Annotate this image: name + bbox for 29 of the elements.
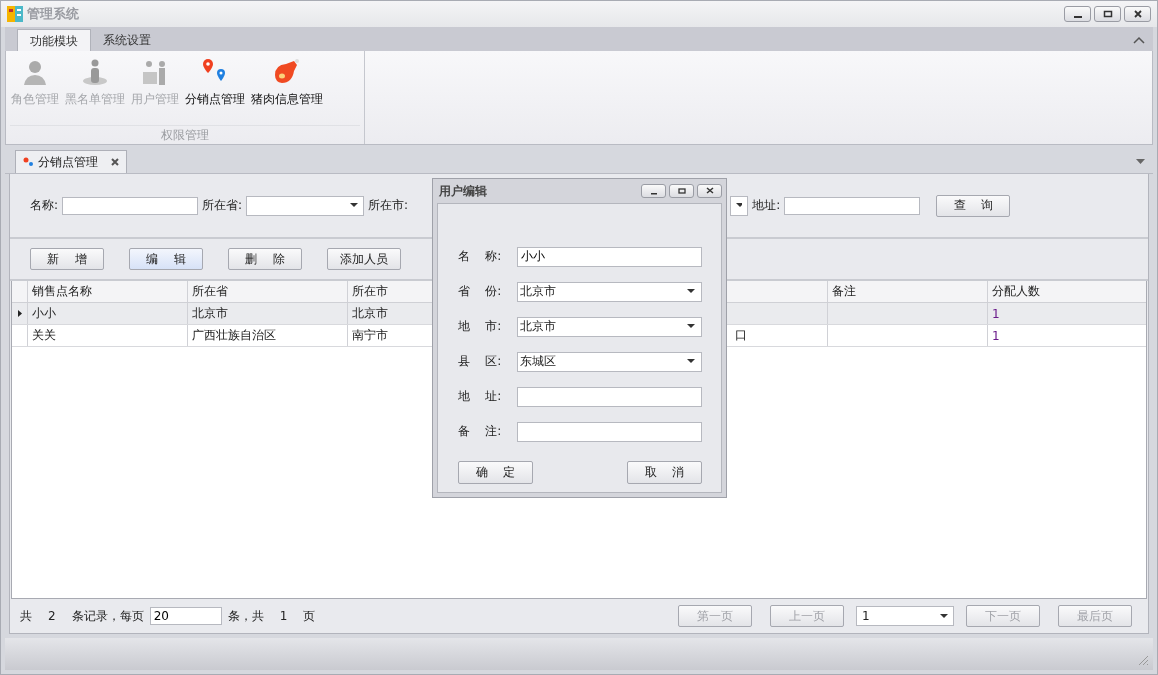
- table-cell: 南宁市: [352, 327, 388, 344]
- field-label: 备 注:: [458, 423, 503, 440]
- field-label: 省 份:: [458, 283, 503, 300]
- field-label: 地 址:: [458, 388, 503, 405]
- record-count: 2: [47, 609, 57, 623]
- pager-text: 共: [20, 607, 32, 625]
- dialog-title: 用户编辑: [439, 182, 487, 200]
- table-cell: 1: [992, 306, 1000, 321]
- window-title: 管理系统: [27, 5, 79, 23]
- pager-text: 条记录，每页: [71, 607, 144, 625]
- field-label: 名称:: [30, 197, 59, 214]
- table-cell: 北京市: [352, 305, 388, 322]
- group-label: 权限管理: [161, 126, 209, 144]
- field-label: 地址:: [752, 197, 781, 214]
- pager-text: 页: [303, 607, 316, 625]
- field-label: 名 称:: [458, 248, 503, 265]
- table-cell: 口: [735, 327, 747, 344]
- field-label: 县 区:: [458, 353, 503, 370]
- table-cell: 小小: [32, 305, 56, 322]
- field-label: 地 市:: [458, 318, 503, 335]
- field-label: 所在市:: [368, 197, 409, 214]
- pager-text: 条，共: [227, 607, 264, 625]
- table-cell: 1: [992, 328, 1000, 343]
- field-label: 所在省:: [202, 197, 243, 214]
- table-cell: 广西壮族自治区: [192, 327, 276, 344]
- table-cell: 关关: [32, 327, 56, 344]
- page-count: 1: [278, 609, 289, 623]
- tab-label: 分销点管理: [38, 153, 98, 171]
- table-cell: 北京市: [192, 305, 228, 322]
